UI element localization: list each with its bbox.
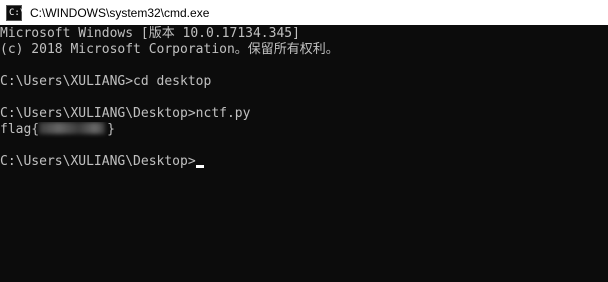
flag-prefix: flag{: [0, 122, 40, 137]
title-bar[interactable]: C:\ C:\WINDOWS\system32\cmd.exe: [0, 0, 608, 25]
cmd-window: C:\ C:\WINDOWS\system32\cmd.exe Microsof…: [0, 0, 608, 282]
console-output[interactable]: Microsoft Windows [版本 10.0.17134.345] (c…: [0, 25, 608, 282]
current-prompt: C:\Users\XULIANG\Desktop>: [0, 154, 196, 169]
redacted-flag-blur: [39, 122, 106, 134]
prompt-glyph: C:\: [9, 7, 26, 18]
cd-command-line: C:\Users\XULIANG>cd desktop: [0, 74, 212, 89]
text-cursor: [195, 165, 204, 168]
window-title: C:\WINDOWS\system32\cmd.exe: [30, 5, 210, 20]
script-command-line: C:\Users\XULIANG\Desktop>nctf.py: [0, 106, 251, 121]
flag-suffix: }: [107, 122, 115, 137]
current-prompt-line[interactable]: C:\Users\XULIANG\Desktop>: [0, 154, 608, 170]
version-line: Microsoft Windows [版本 10.0.17134.345]: [0, 26, 300, 41]
cmd-icon[interactable]: C:\: [6, 4, 26, 21]
copyright-line: (c) 2018 Microsoft Corporation。保留所有权利。: [0, 42, 339, 57]
flag-output-line: flag{}: [0, 122, 608, 138]
